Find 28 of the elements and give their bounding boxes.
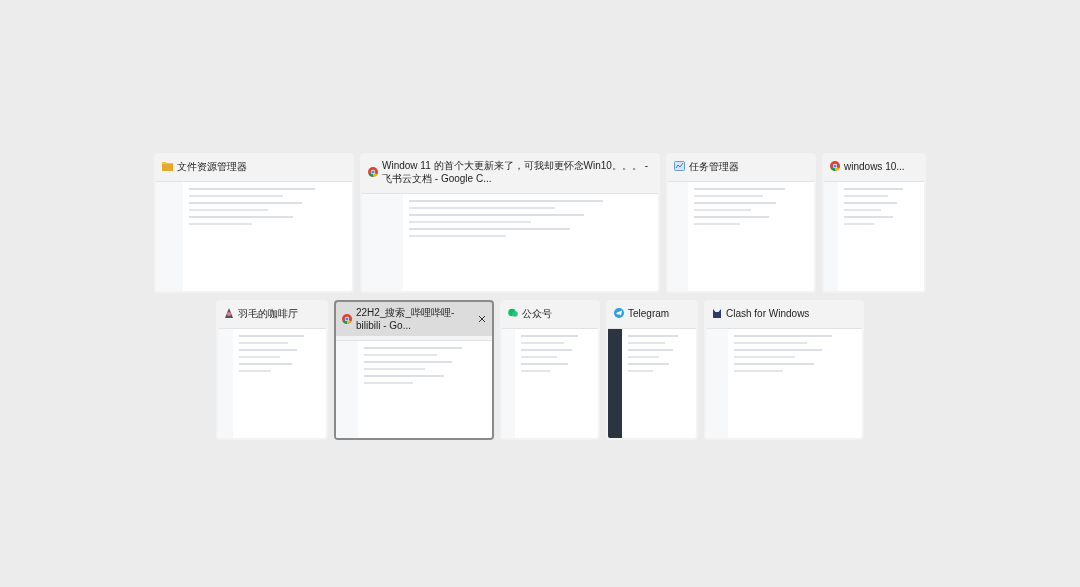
window-title: Telegram [628,306,671,320]
app-icon [224,308,234,318]
window-title: 羽毛的咖啡厅 [238,306,299,320]
window-title: Clash for Windows [726,306,811,320]
cat-icon [712,308,722,318]
window-thumbnail[interactable]: 羽毛的咖啡厅 [216,300,328,440]
chat-bubble-icon [508,308,518,318]
window-thumbnail[interactable]: windows 10... [822,153,926,293]
window-thumbnail[interactable]: Clash for Windows [704,300,864,440]
window-thumbnail[interactable]: 文件资源管理器 [154,153,354,293]
window-thumbnail[interactable]: 任务管理器 [666,153,816,293]
browser-icon [368,167,378,177]
window-thumbnail[interactable]: Telegram [606,300,698,440]
window-title: 文件资源管理器 [177,159,248,173]
window-thumbnail[interactable]: 公众号 [500,300,600,440]
window-title: 任务管理器 [689,159,740,173]
browser-icon [342,314,352,324]
window-title: windows 10... [844,159,906,173]
window-title: Window 11 的首个大更新来了，可我却更怀念Win10。。。 - 飞书云文档 - Google C... [382,159,649,185]
close-icon[interactable] [478,315,486,323]
window-title: 22H2_搜索_哔哩哔哩-bilibili - Go... [356,306,456,332]
window-thumbnail[interactable]: Window 11 的首个大更新来了，可我却更怀念Win10。。。 - 飞书云文档 - Google C... [360,153,660,293]
paper-plane-icon [614,308,624,318]
chart-monitor-icon [674,161,685,171]
window-thumbnail[interactable]: 22H2_搜索_哔哩哔哩-bilibili - Go... [334,300,494,440]
folder-icon [162,161,173,171]
window-title: 公众号 [522,306,553,320]
browser-icon [830,161,840,171]
